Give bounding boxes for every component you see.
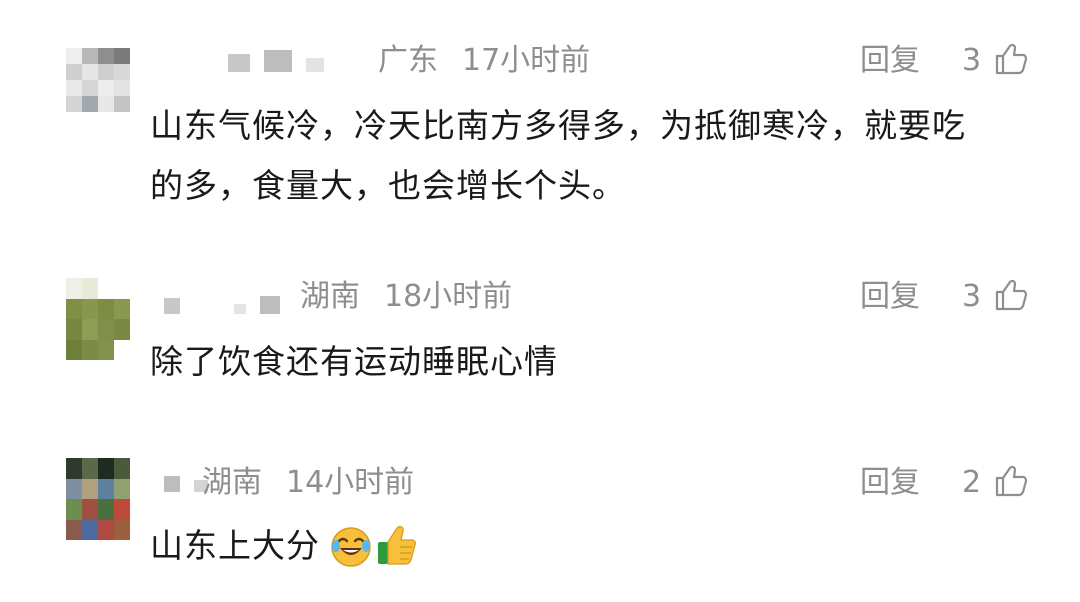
timestamp: 18小时前	[384, 279, 513, 314]
thumbs-up-icon[interactable]	[994, 278, 1028, 312]
comment-item: 广东 17小时前 回复 3 山东气候冷，冷天比南方多得多，为抵御寒冷，就要吃 的…	[0, 0, 1080, 240]
timestamp: 14小时前	[286, 465, 415, 500]
like-count: 3	[962, 279, 982, 314]
thumbs-up-icon[interactable]	[994, 42, 1028, 76]
comment-item: 湖南 14小时前 回复 2 山东上大分	[0, 440, 1080, 602]
comment-text: 除了饮食还有运动睡眠心情	[150, 332, 558, 392]
reply-button[interactable]: 回复	[860, 468, 920, 498]
avatar[interactable]	[66, 48, 130, 112]
comment-text-line: 的多，食量大，也会增长个头。	[150, 166, 626, 205]
reply-button[interactable]: 回复	[860, 282, 920, 312]
nickname-redacted[interactable]	[164, 296, 280, 314]
comment-item: 湖南 18小时前 回复 3 除了饮食还有运动睡眠心情	[0, 240, 1080, 440]
comment-text: 山东上大分	[150, 516, 320, 576]
thumbs-up-emoji	[378, 525, 416, 565]
comment-text: 山东气候冷，冷天比南方多得多，为抵御寒冷，就要吃 的多，食量大，也会增长个头。	[150, 96, 966, 216]
location-label: 湖南	[202, 465, 262, 500]
like-count: 3	[962, 43, 982, 78]
timestamp: 17小时前	[462, 43, 591, 78]
location-label: 湖南	[300, 279, 360, 314]
laughing-crying-emoji	[331, 527, 371, 567]
comment-text-line: 山东上大分	[150, 526, 320, 565]
avatar[interactable]	[66, 458, 130, 540]
reply-button[interactable]: 回复	[860, 46, 920, 76]
location-label: 广东	[378, 43, 438, 78]
thumbs-up-icon[interactable]	[994, 464, 1028, 498]
comment-text-line: 除了饮食还有运动睡眠心情	[150, 342, 558, 381]
comment-text-line: 山东气候冷，冷天比南方多得多，为抵御寒冷，就要吃	[150, 106, 966, 145]
avatar[interactable]	[66, 278, 130, 360]
nickname-redacted[interactable]	[228, 50, 324, 72]
like-count: 2	[962, 465, 982, 500]
